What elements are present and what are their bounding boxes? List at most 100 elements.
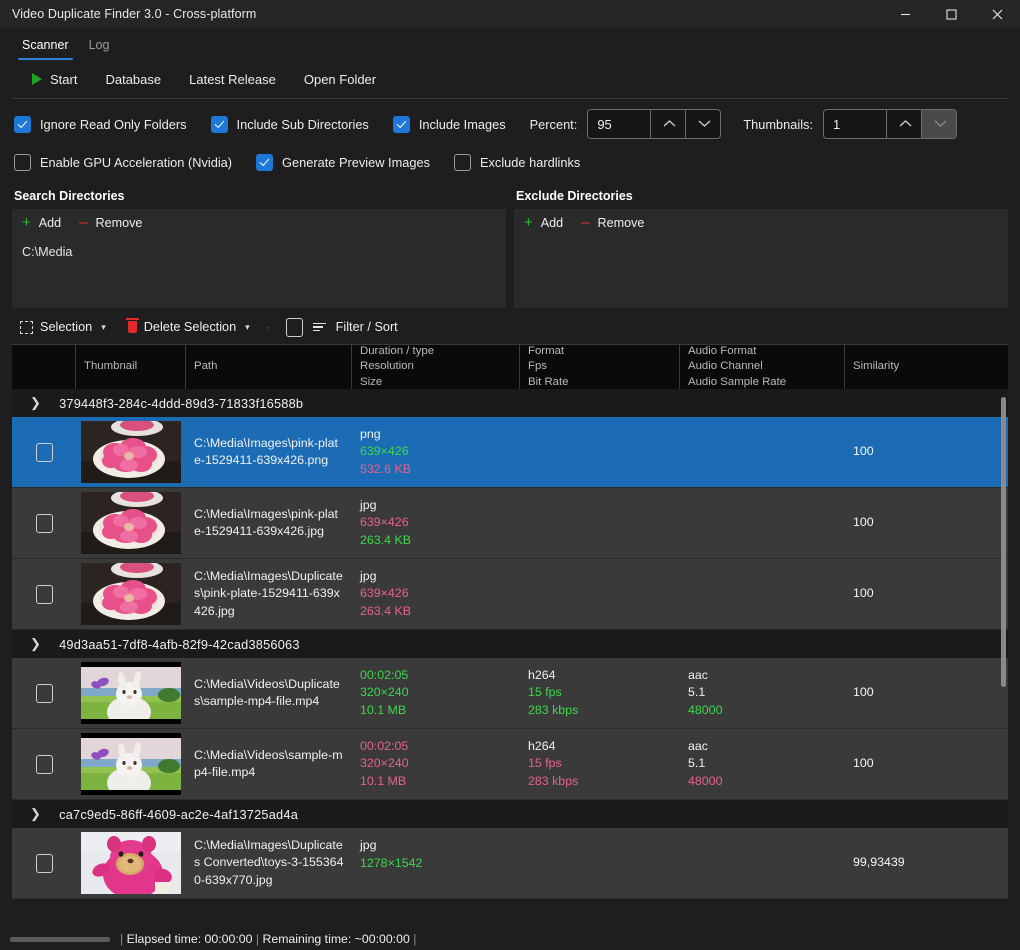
latest-release-button[interactable]: Latest Release [177, 68, 288, 91]
thumbnail-cell[interactable] [76, 828, 186, 898]
row-checkbox[interactable] [36, 585, 53, 604]
table-row[interactable]: C:\Media\Videos\sample-mp4-file.mp400:02… [12, 729, 1008, 800]
percent-down-button[interactable] [685, 110, 720, 138]
column-header-thumbnail[interactable]: Thumbnail [76, 345, 186, 389]
row-checkbox[interactable] [36, 684, 53, 703]
chevron-right-icon[interactable]: ❯ [30, 395, 41, 411]
column-label: Similarity [853, 359, 1000, 374]
selection-dropdown[interactable]: Selection ▾ [12, 317, 114, 337]
separator: | [256, 932, 259, 946]
table-row[interactable]: C:\Media\Videos\Duplicates\sample-mp4-fi… [12, 658, 1008, 729]
search-directories-add-button[interactable]: + Add [22, 215, 61, 230]
duration-value: jpg [360, 497, 512, 514]
column-header-similarity[interactable]: Similarity [845, 345, 1008, 389]
row-checkbox[interactable] [36, 755, 53, 774]
minimize-icon[interactable] [882, 0, 928, 28]
search-directories-list[interactable]: C:\Media [12, 236, 506, 308]
table-row[interactable]: C:\Media\Images\pink-plate-1529411-639x4… [12, 488, 1008, 559]
audio-channel-value [688, 444, 837, 461]
thumbnail-cell[interactable] [76, 729, 186, 799]
group-header-row[interactable]: ❯49d3aa51-7df8-4afb-82f9-42cad3856063 [12, 630, 1008, 658]
checkbox-exclude-hardlinks[interactable]: Exclude hardlinks [454, 154, 580, 171]
delete-selection-label: Delete Selection [144, 320, 236, 334]
table-row[interactable]: C:\Media\Images\Duplicates Converted\toy… [12, 828, 1008, 899]
checkbox-label: Exclude hardlinks [480, 155, 580, 170]
percent-input[interactable]: 95 [588, 110, 650, 138]
status-bar: | Elapsed time: 00:00:00 | Remaining tim… [0, 928, 1020, 950]
row-checkbox-cell [12, 729, 76, 799]
thumbnails-up-button[interactable] [886, 110, 921, 138]
thumbnail-cell[interactable] [76, 488, 186, 558]
resolution-value: 639×426 [360, 443, 512, 460]
size-value [360, 872, 512, 889]
column-header-format[interactable]: Format Fps Bit Rate [520, 345, 680, 389]
format-value [528, 427, 672, 444]
minus-icon: – [581, 215, 589, 230]
column-header-audio[interactable]: Audio Format Audio Channel Audio Sample … [680, 345, 845, 389]
format-value: h264 [528, 738, 672, 755]
exclude-directories-title: Exclude Directories [514, 187, 1008, 209]
chevron-right-icon[interactable]: ❯ [30, 806, 41, 822]
close-icon[interactable] [974, 0, 1020, 28]
audio-sample-rate-value [688, 603, 837, 620]
column-label: Duration / type [360, 345, 511, 359]
scrollbar-thumb[interactable] [1001, 397, 1006, 687]
exclude-directories-list[interactable] [514, 236, 1008, 308]
bitrate-value [528, 603, 672, 620]
open-folder-button[interactable]: Open Folder [292, 68, 388, 91]
group-header-row[interactable]: ❯ca7c9ed5-86ff-4609-ac2e-4af13725ad4a [12, 800, 1008, 828]
checkbox-enable-gpu-acceleration[interactable]: Enable GPU Acceleration (Nvidia) [14, 154, 232, 171]
audio-cell: aac5.148000 [680, 729, 845, 799]
search-directories-remove-button[interactable]: – Remove [79, 215, 142, 230]
thumbnails-input[interactable]: 1 [824, 110, 886, 138]
checkbox-include-images[interactable]: Include Images [393, 116, 506, 133]
filter-checkbox[interactable] [286, 318, 303, 337]
row-checkbox[interactable] [36, 854, 53, 873]
chevron-right-icon[interactable]: ❯ [30, 636, 41, 652]
audio-format-value: aac [688, 738, 837, 755]
checkbox-ignore-read-only-folders[interactable]: Ignore Read Only Folders [14, 116, 187, 133]
path-cell: C:\Media\Images\pink-plate-1529411-639x4… [186, 488, 352, 558]
thumbnail-cell[interactable] [76, 658, 186, 728]
list-item[interactable]: C:\Media [22, 244, 496, 260]
thumbnail-image [81, 832, 181, 894]
column-header-path[interactable]: Path [186, 345, 352, 389]
row-checkbox[interactable] [36, 443, 53, 462]
percent-up-button[interactable] [650, 110, 685, 138]
thumbnail-cell[interactable] [76, 417, 186, 487]
row-checkbox[interactable] [36, 514, 53, 533]
group-header-row[interactable]: ❯379448f3-284c-4ddd-89d3-71833f16588b [12, 389, 1008, 417]
search-directories-title: Search Directories [12, 187, 506, 209]
column-header-duration[interactable]: Duration / type Resolution Size [352, 345, 520, 389]
start-button[interactable]: Start [20, 68, 89, 91]
checkbox-label: Include Images [419, 117, 506, 132]
checkbox-box [454, 154, 471, 171]
thumbnails-spinner[interactable]: 1 [823, 109, 957, 139]
tab-scanner[interactable]: Scanner [12, 28, 79, 62]
delete-selection-dropdown[interactable]: Delete Selection ▾ [120, 317, 258, 337]
thumbnail-image [81, 733, 181, 795]
exclude-directories-column: Exclude Directories + Add – Remove [514, 187, 1008, 308]
tab-log[interactable]: Log [79, 28, 120, 62]
exclude-directories-add-button[interactable]: + Add [524, 215, 563, 230]
options-panel: Ignore Read Only Folders Include Sub Dir… [0, 99, 1020, 181]
database-button[interactable]: Database [93, 68, 173, 91]
table-body: ❯379448f3-284c-4ddd-89d3-71833f16588b C:… [12, 389, 1008, 935]
checkbox-include-sub-directories[interactable]: Include Sub Directories [211, 116, 369, 133]
column-label: Fps [528, 359, 671, 374]
checkbox-generate-preview-images[interactable]: Generate Preview Images [256, 154, 430, 171]
separator: | [120, 932, 123, 946]
vertical-scrollbar[interactable] [1001, 389, 1006, 935]
selection-toolbar: Selection ▾ Delete Selection ▾ · Filter … [12, 312, 1008, 342]
column-header-checkbox[interactable] [12, 345, 76, 389]
maximize-icon[interactable] [928, 0, 974, 28]
percent-spinner[interactable]: 95 [587, 109, 721, 139]
table-row[interactable]: C:\Media\Images\pink-plate-1529411-639x4… [12, 417, 1008, 488]
search-directories-column: Search Directories + Add – Remove C:\Med… [12, 187, 506, 308]
options-row-2: Enable GPU Acceleration (Nvidia) Generat… [14, 147, 1006, 177]
thumbnail-cell[interactable] [76, 559, 186, 629]
table-row[interactable]: C:\Media\Images\Duplicates\pink-plate-15… [12, 559, 1008, 630]
duration-resolution-size-cell: 00:02:05320×24010.1 MB [352, 658, 520, 728]
filter-sort-button[interactable]: Filter / Sort [278, 315, 406, 340]
exclude-directories-remove-button[interactable]: – Remove [581, 215, 644, 230]
